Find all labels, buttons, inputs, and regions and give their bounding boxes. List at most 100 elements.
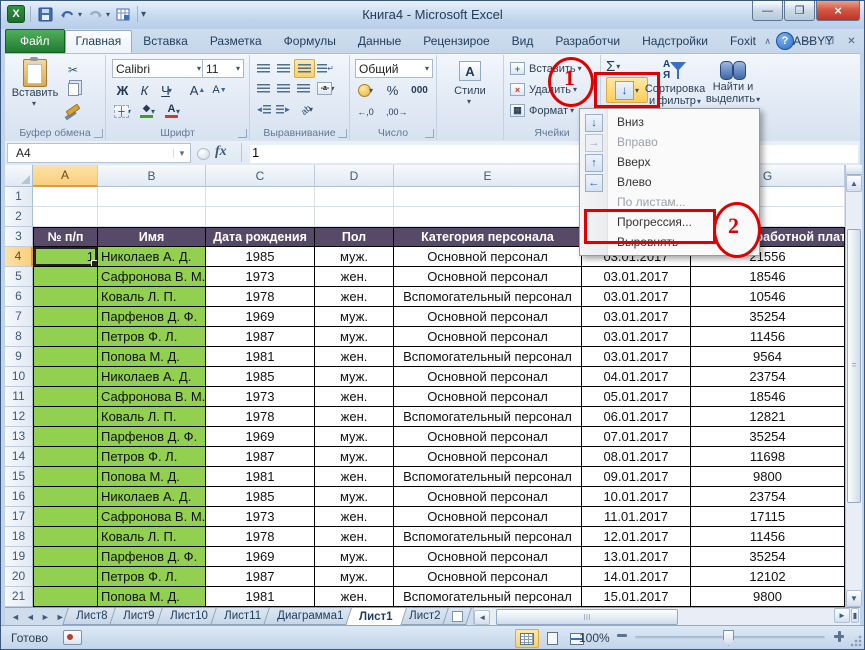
scroll-down-icon[interactable]: ▼	[846, 590, 862, 607]
cell-F8[interactable]: 03.01.2017	[582, 327, 691, 347]
cell-D16[interactable]: муж.	[315, 487, 394, 507]
cell-G7[interactable]: 35254	[691, 307, 845, 327]
fill-color-icon[interactable]: ◆▾	[137, 102, 158, 120]
cell-D8[interactable]: муж.	[315, 327, 394, 347]
ribbon-tab-Рецензирое[interactable]: Рецензирое	[412, 30, 500, 53]
cell-A10[interactable]	[33, 367, 98, 387]
cell-C13[interactable]: 1969	[206, 427, 315, 447]
view-page-layout-button[interactable]	[540, 629, 564, 648]
row-header-1[interactable]: 1	[5, 187, 33, 207]
ribbon-tab-Вид[interactable]: Вид	[501, 30, 545, 53]
align-left-icon[interactable]	[254, 80, 273, 97]
sheet-tab-Диаграмма1[interactable]: Диаграмма1	[263, 608, 357, 625]
cell-E11[interactable]: Основной персонал	[394, 387, 582, 407]
align-middle-icon[interactable]	[274, 60, 293, 77]
cell-F16[interactable]: 10.01.2017	[582, 487, 691, 507]
clipboard-dialog-launcher[interactable]	[94, 129, 103, 138]
ribbon-tab-Главная[interactable]: Главная	[65, 30, 133, 53]
fill-handle[interactable]	[91, 260, 98, 267]
cell-G13[interactable]: 35254	[691, 427, 845, 447]
row-header-16[interactable]: 16	[5, 487, 33, 507]
cell-A13[interactable]	[33, 427, 98, 447]
row-header-10[interactable]: 10	[5, 367, 33, 387]
workbook-close-icon[interactable]: ✕	[843, 34, 860, 49]
shrink-font-button[interactable]: А▼	[209, 81, 230, 99]
ribbon-tab-Разработчи[interactable]: Разработчи	[544, 30, 631, 53]
cell-B12[interactable]: Коваль Л. П.	[98, 407, 206, 427]
cell-E13[interactable]: Основной персонал	[394, 427, 582, 447]
cell-B1[interactable]	[98, 187, 206, 207]
column-header-D[interactable]: D	[315, 165, 394, 187]
macro-record-icon[interactable]	[63, 630, 82, 645]
sheet-tab-Лист1[interactable]: Лист1	[345, 608, 406, 626]
cell-B10[interactable]: Николаев А. Д.	[98, 367, 206, 387]
collapse-ribbon-icon[interactable]: ∧	[764, 36, 771, 47]
ribbon-tab-Вставка[interactable]: Вставка	[132, 30, 199, 53]
cell-D13[interactable]: муж.	[315, 427, 394, 447]
first-sheet-icon[interactable]: ◄	[11, 612, 20, 622]
cell-D4[interactable]: муж.	[315, 247, 394, 267]
row-header-3[interactable]: 3	[5, 227, 33, 247]
font-size-combo[interactable]: 11▾	[202, 59, 244, 78]
name-box[interactable]: A4 ▼	[7, 143, 191, 163]
cell-G11[interactable]: 18546	[691, 387, 845, 407]
fill-menu-item-Вверх[interactable]: ↑Вверх	[580, 152, 759, 172]
cell-F15[interactable]: 09.01.2017	[582, 467, 691, 487]
cell-F21[interactable]: 15.01.2017	[582, 587, 691, 607]
cell-G18[interactable]: 11456	[691, 527, 845, 547]
increase-indent-icon[interactable]: ►	[274, 101, 293, 118]
row-header-8[interactable]: 8	[5, 327, 33, 347]
cell-A20[interactable]	[33, 567, 98, 587]
cell-D19[interactable]: муж.	[315, 547, 394, 567]
cell-E2[interactable]	[394, 207, 582, 227]
row-header-14[interactable]: 14	[5, 447, 33, 467]
alignment-dialog-launcher[interactable]	[338, 129, 347, 138]
row-header-12[interactable]: 12	[5, 407, 33, 427]
cell-B6[interactable]: Коваль Л. П.	[98, 287, 206, 307]
cell-A16[interactable]	[33, 487, 98, 507]
wrap-text-icon[interactable]: ↵	[316, 60, 335, 77]
cell-D9[interactable]: жен.	[315, 347, 394, 367]
number-dialog-launcher[interactable]	[425, 129, 434, 138]
ribbon-tab-Файл[interactable]: Файл	[5, 29, 65, 53]
fill-menu-item-Вниз[interactable]: ↓Вниз	[580, 112, 759, 132]
insert-function-icon[interactable]: fx	[215, 144, 227, 160]
cell-A1[interactable]	[33, 187, 98, 207]
cell-B7[interactable]: Парфенов Д. Ф.	[98, 307, 206, 327]
cell-F13[interactable]: 07.01.2017	[582, 427, 691, 447]
horizontal-scrollbar[interactable]: ◄ ► ▮	[473, 608, 860, 626]
cell-C5[interactable]: 1973	[206, 267, 315, 287]
cell-B4[interactable]: Николаев А. Д.	[98, 247, 206, 267]
scroll-right-icon[interactable]: ►	[834, 608, 850, 623]
grow-font-button[interactable]: А▲	[187, 81, 208, 99]
cell-F17[interactable]: 11.01.2017	[582, 507, 691, 527]
zoom-out-icon[interactable]	[617, 634, 627, 637]
cell-A4[interactable]: 1	[33, 247, 98, 267]
cell-C14[interactable]: 1987	[206, 447, 315, 467]
cell-A9[interactable]	[33, 347, 98, 367]
row-header-17[interactable]: 17	[5, 507, 33, 527]
cell-A12[interactable]	[33, 407, 98, 427]
cut-icon[interactable]: ✂	[63, 61, 83, 78]
align-bottom-icon[interactable]	[294, 59, 315, 78]
cell-C4[interactable]: 1985	[206, 247, 315, 267]
restore-button[interactable]: ❐	[784, 1, 815, 21]
cell-G5[interactable]: 18546	[691, 267, 845, 287]
column-header-A[interactable]: A	[33, 165, 98, 187]
column-header-C[interactable]: C	[206, 165, 315, 187]
row-header-4[interactable]: 4	[5, 247, 33, 267]
cell-C19[interactable]: 1969	[206, 547, 315, 567]
copy-icon[interactable]	[63, 81, 83, 98]
cell-G14[interactable]: 11698	[691, 447, 845, 467]
cell-F14[interactable]: 08.01.2017	[582, 447, 691, 467]
cell-F12[interactable]: 06.01.2017	[582, 407, 691, 427]
row-header-5[interactable]: 5	[5, 267, 33, 287]
cell-B13[interactable]: Парфенов Д. Ф.	[98, 427, 206, 447]
cell-G21[interactable]: 9800	[691, 587, 845, 607]
insert-sheet-tab[interactable]	[443, 608, 473, 625]
cell-C7[interactable]: 1969	[206, 307, 315, 327]
cell-E5[interactable]: Основной персонал	[394, 267, 582, 287]
cell-A2[interactable]	[33, 207, 98, 227]
format-painter-icon[interactable]	[63, 101, 83, 118]
cell-B9[interactable]: Попова М. Д.	[98, 347, 206, 367]
